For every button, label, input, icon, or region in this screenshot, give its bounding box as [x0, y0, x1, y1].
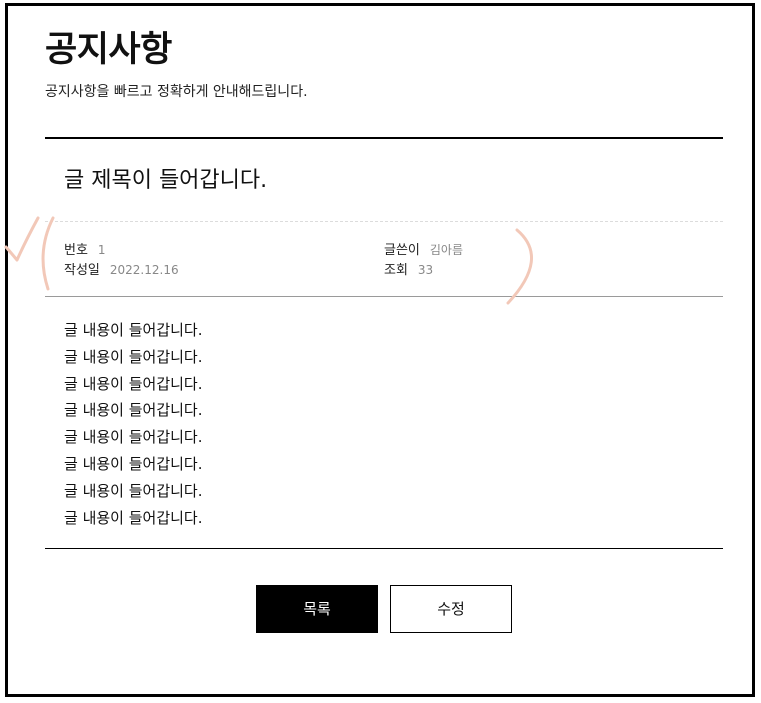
- meta-number-value: 1: [97, 243, 106, 257]
- content-line: 글 내용이 들어갑니다.: [64, 374, 203, 393]
- meta-views: 조회 33: [384, 261, 433, 280]
- header-divider: [45, 137, 723, 139]
- meta-author-value: 김아름: [429, 243, 464, 257]
- meta-author-label: 글쓴이: [384, 243, 420, 258]
- content-line: 글 내용이 들어갑니다.: [64, 401, 203, 420]
- content-line: 글 내용이 들어갑니다.: [64, 481, 203, 500]
- meta-number: 번호 1: [64, 241, 106, 260]
- content-line: 글 내용이 들어갑니다.: [64, 428, 203, 447]
- meta-views-label: 조회: [384, 263, 408, 278]
- meta-date-label: 작성일: [64, 263, 100, 278]
- title-divider: [45, 221, 723, 222]
- content-line: 글 내용이 들어갑니다.: [64, 347, 203, 366]
- page-subtitle: 공지사항을 빠르고 정확하게 안내해드립니다.: [45, 84, 308, 100]
- content-line: 글 내용이 들어갑니다.: [64, 321, 203, 339]
- edit-button[interactable]: 수정: [390, 585, 512, 633]
- post-title: 글 제목이 들어갑니다.: [64, 168, 268, 193]
- meta-divider: [45, 296, 723, 297]
- list-button[interactable]: 목록: [256, 585, 378, 633]
- page-title: 공지사항: [45, 30, 172, 70]
- meta-author: 글쓴이 김아름: [384, 241, 463, 260]
- meta-date: 작성일 2022.12.16: [64, 261, 179, 280]
- content-divider: [45, 548, 723, 549]
- meta-number-label: 번호: [64, 243, 88, 258]
- post-content: 글 내용이 들어갑니다. 글 내용이 들어갑니다. 글 내용이 들어갑니다. 글…: [64, 317, 704, 531]
- meta-date-value: 2022.12.16: [109, 263, 179, 277]
- content-line: 글 내용이 들어갑니다.: [64, 454, 203, 473]
- content-line: 글 내용이 들어갑니다.: [64, 508, 203, 527]
- meta-views-value: 33: [417, 263, 434, 277]
